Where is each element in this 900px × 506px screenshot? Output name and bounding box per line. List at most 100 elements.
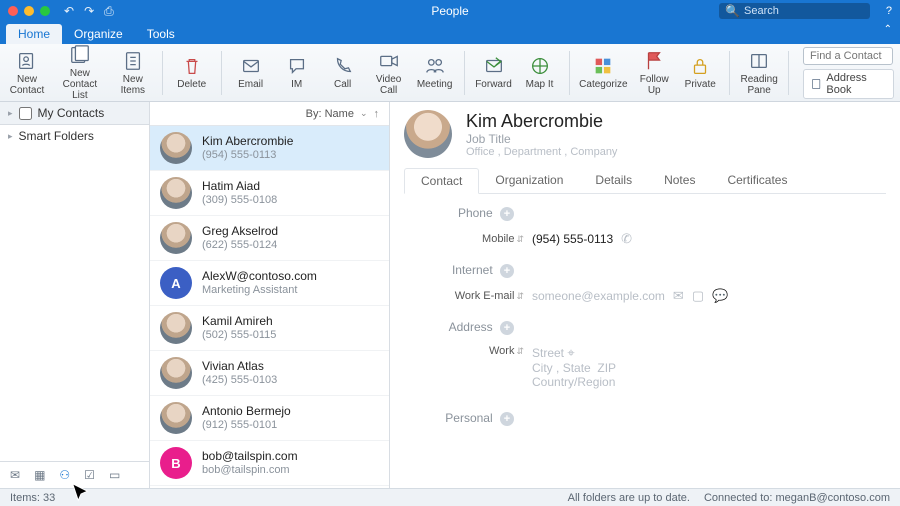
help-icon[interactable]: ? [886,5,892,17]
personal-section-label: Personal [445,411,492,425]
private-button[interactable]: Private [679,53,721,92]
maximize-window[interactable] [40,6,50,16]
search-input[interactable] [744,5,864,17]
list-sort[interactable]: By: Name ⌄ ↑ [150,102,389,126]
contact-sub: Marketing Assistant [202,284,317,297]
video-call-button[interactable]: Video Call [368,48,410,98]
phone-icon[interactable]: ✆ [621,231,632,247]
country-field[interactable]: Country/Region [532,375,616,389]
delete-button[interactable]: Delete [171,53,213,92]
app-title: People [431,4,468,18]
undo-icon[interactable]: ↶ [64,4,74,19]
sync-status: All folders are up to date. [568,492,690,504]
contact-sub: bob@tailspin.com [202,464,298,477]
sort-label: By: Name [306,108,354,120]
connection-status: Connected to: meganB@contoso.com [704,492,890,504]
contact-sub: (425) 555-0103 [202,374,277,387]
mobile-label[interactable]: Mobile⇵ [434,233,524,245]
avatar [160,312,192,344]
location-icon[interactable]: ⌖ [567,345,574,360]
tasks-nav-icon[interactable]: ☑ [84,468,95,482]
mapit-button[interactable]: Map It [519,53,561,92]
avatar [160,222,192,254]
contact-job-title[interactable]: Job Title [466,132,617,146]
add-personal-icon[interactable]: + [500,412,514,426]
new-items-button[interactable]: New Items [112,48,154,98]
email-icon[interactable]: ✉ [673,288,684,304]
collapse-ribbon-icon[interactable]: ⌃ [884,24,892,35]
chevron-down-icon: ⌄ [360,108,368,119]
new-contact-list-button[interactable]: New Contact List [52,42,108,103]
work-email-label[interactable]: Work E-mail⇵ [434,290,524,302]
status-bar: Items: 33 All folders are up to date. Co… [0,488,900,506]
contact-item[interactable]: Hatim Aiad(309) 555-0108 [150,171,389,216]
phone-section-label: Phone [458,206,493,220]
contact-item[interactable]: Bbob@tailspin.combob@tailspin.com [150,441,389,486]
categorize-button[interactable]: Categorize [577,53,629,92]
window-controls [8,6,50,16]
sidebar-label: Smart Folders [19,129,94,143]
ribbon: New Contact New Contact List New Items D… [0,44,900,102]
add-phone-icon[interactable]: + [500,207,514,221]
contact-item[interactable]: Kim Abercrombie(954) 555-0113 [150,126,389,171]
tab-organization[interactable]: Organization [479,168,579,193]
followup-button[interactable]: Follow Up [633,48,675,98]
mail-nav-icon[interactable]: ✉ [10,468,20,482]
tab-contact[interactable]: Contact [404,168,479,194]
add-address-icon[interactable]: + [500,321,514,335]
people-nav-icon[interactable]: ⚇ [59,468,70,482]
search-box[interactable]: 🔍 [719,3,870,19]
tab-organize[interactable]: Organize [62,24,135,44]
contact-item[interactable]: Antonio Bermejo(912) 555-0101 [150,396,389,441]
sidebar-my-contacts[interactable]: ▸ My Contacts [0,102,149,125]
contact-name: Kamil Amireh [202,314,276,328]
tab-certificates[interactable]: Certificates [711,168,803,193]
contact-name: Hatim Aiad [202,179,277,193]
item-count: Items: 33 [10,492,55,504]
contact-item[interactable]: AAlexW@contoso.comMarketing Assistant [150,261,389,306]
tab-home[interactable]: Home [6,24,62,44]
contact-item[interactable]: Vivian Atlas(425) 555-0103 [150,351,389,396]
contact-item[interactable]: Greg Akselrod(622) 555-0124 [150,216,389,261]
sort-asc-icon[interactable]: ↑ [374,108,380,120]
forward-button[interactable]: Forward [473,53,515,92]
city-state-zip[interactable]: City , State ZIP [532,361,616,375]
calendar-nav-icon[interactable]: ▦ [34,468,45,482]
contact-sub: (309) 555-0108 [202,194,277,207]
chat-icon[interactable]: 💬 [712,288,728,304]
tab-notes[interactable]: Notes [648,168,711,193]
sidebar-smart-folders[interactable]: ▸ Smart Folders [0,125,149,147]
tab-details[interactable]: Details [579,168,648,193]
contact-item[interactable]: Kamil Amireh(502) 555-0115 [150,306,389,351]
minimize-window[interactable] [24,6,34,16]
tab-tools[interactable]: Tools [135,24,187,44]
contact-org[interactable]: Office , Department , Company [466,146,617,158]
mobile-value[interactable]: (954) 555-0113 [532,232,613,246]
notes-nav-icon[interactable]: ▭ [109,468,120,482]
avatar [160,132,192,164]
contact-item[interactable]: Jamie Campbell(732) 555-0121 [150,486,389,488]
video-icon[interactable]: ▢ [692,288,704,304]
im-button[interactable]: IM [276,53,318,92]
contact-name: Vivian Atlas [202,359,277,373]
street-field[interactable]: Street ⌖ [532,345,616,361]
print-icon[interactable]: ⎙ [104,4,114,19]
find-contact-input[interactable] [803,47,893,65]
titlebar: ↶ ↷ ⎙ People 🔍 ? [0,0,900,22]
call-button[interactable]: Call [322,53,364,92]
new-contact-button[interactable]: New Contact [6,48,48,98]
address-book-button[interactable]: Address Book [803,69,894,99]
meeting-button[interactable]: Meeting [414,53,456,92]
ribbon-tabs: Home Organize Tools ⌃ [0,22,900,44]
my-contacts-checkbox[interactable] [19,107,32,120]
close-window[interactable] [8,6,18,16]
redo-icon[interactable]: ↷ [84,4,94,19]
add-internet-icon[interactable]: + [500,264,514,278]
reading-pane-button[interactable]: Reading Pane [738,48,780,98]
sidebar: ▸ My Contacts ▸ Smart Folders ✉ ▦ ⚇ ☑ ▭ [0,102,150,488]
contact-sub: (912) 555-0101 [202,419,291,432]
work-address-label[interactable]: Work⇵ [434,345,524,357]
nav-switcher: ✉ ▦ ⚇ ☑ ▭ [0,461,149,488]
work-email-value[interactable]: someone@example.com [532,289,665,303]
email-button[interactable]: Email [230,53,272,92]
